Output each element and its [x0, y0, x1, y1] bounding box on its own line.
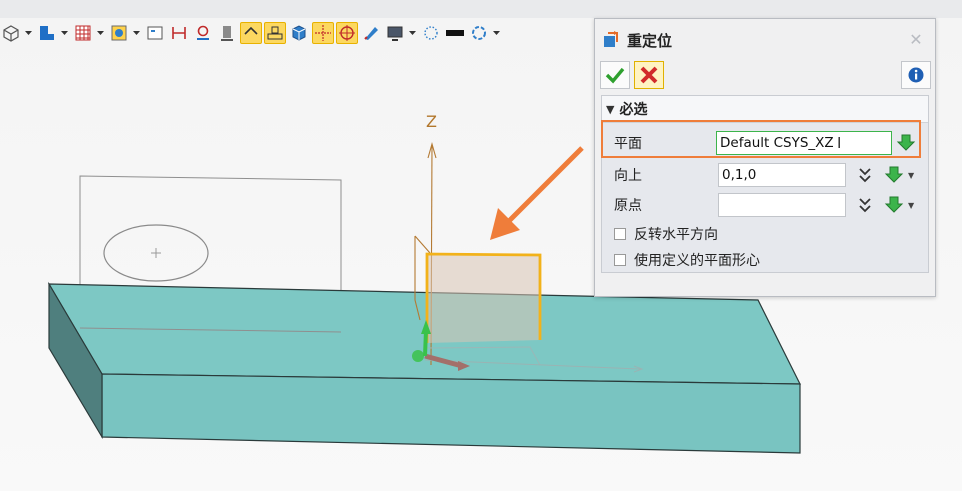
required-section-header[interactable]: ▼ 必选 [602, 96, 928, 123]
cancel-button[interactable] [634, 61, 664, 89]
plane-row-highlight [601, 120, 921, 158]
origin-row: 原点 ▼ [602, 192, 928, 218]
double-chevron-icon[interactable] [858, 195, 872, 215]
plane-preview-fill [427, 254, 540, 343]
origin-label: 原点 [614, 198, 642, 214]
pick-green-icon[interactable] [884, 165, 904, 185]
checkbox-box[interactable] [614, 254, 626, 266]
info-button[interactable] [901, 61, 931, 89]
dialog-titlebar[interactable]: 重定位 [595, 19, 935, 61]
section-title: 必选 [619, 102, 648, 118]
checkbox-box[interactable] [614, 228, 626, 240]
info-icon [908, 67, 924, 83]
checkbox-label: 使用定义的平面形心 [634, 253, 760, 269]
origin-field[interactable] [718, 193, 846, 217]
double-chevron-icon[interactable] [858, 165, 872, 185]
close-icon[interactable]: ✕ [907, 31, 925, 49]
up-field[interactable] [718, 163, 846, 187]
circle-center-mark [151, 248, 161, 258]
chevron-down-icon[interactable]: ▼ [908, 201, 914, 210]
flip-horizontal-checkbox[interactable]: 反转水平方向 [614, 224, 718, 244]
up-row: 向上 ▼ [602, 162, 928, 188]
origin-marker [412, 350, 424, 362]
dialog-title: 重定位 [627, 31, 673, 50]
use-plane-centroid-checkbox[interactable]: 使用定义的平面形心 [614, 250, 760, 270]
slab-front-face [101, 373, 801, 454]
ok-check-icon [605, 67, 625, 84]
checkbox-label: 反转水平方向 [634, 227, 718, 243]
chevron-down-icon[interactable]: ▼ [908, 171, 914, 180]
up-label: 向上 [614, 168, 642, 184]
callout-arrow [506, 146, 584, 224]
cancel-x-icon [640, 66, 658, 84]
ok-button[interactable] [600, 61, 630, 89]
pick-green-icon[interactable] [884, 195, 904, 215]
relocate-icon [601, 30, 621, 50]
z-axis-label: Z [426, 112, 437, 131]
collapse-triangle-icon[interactable]: ▼ [606, 103, 614, 116]
